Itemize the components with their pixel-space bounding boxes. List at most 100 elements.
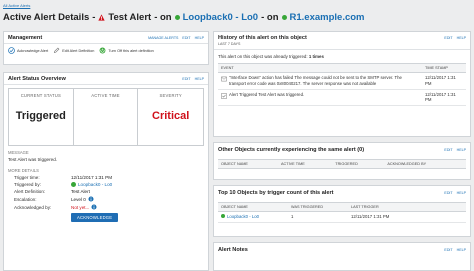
top10-table-header: OBJECT NAME WAS TRIGGERED LAST TRIGGER xyxy=(218,202,466,212)
col-active-time: ACTIVE TIME xyxy=(278,159,333,169)
alert-notes-header: Alert Notes EDIT HELP xyxy=(214,243,470,257)
col-last-trigger: LAST TRIGGER xyxy=(348,202,466,212)
escalation-key: Escalation: xyxy=(14,196,37,202)
history-event-text: Alert Triggered Test Alert was triggered… xyxy=(229,91,305,97)
breadcrumb-all-active-alerts[interactable]: All Active Alerts xyxy=(3,3,30,8)
other-objects-table: OBJECT NAME ACTIVE TIME TRIGGERED ACKNOW… xyxy=(218,159,466,169)
table-row: Loopback0 - Lo0 1 12/11/2017 1:31 PM xyxy=(218,211,466,223)
table-row: Alert Triggered Test Alert was triggered… xyxy=(218,89,466,107)
info-icon[interactable] xyxy=(88,196,94,202)
top10-edit-link[interactable]: EDIT xyxy=(444,191,452,195)
top10-panel: Top 10 Objects by trigger count of this … xyxy=(213,185,471,237)
severity-label: SEVERITY xyxy=(159,93,182,98)
edit-pencil-icon xyxy=(54,47,60,54)
trigger-time-value: 12/11/2017 1:31 PM xyxy=(71,175,113,180)
alert-status-panel: Alert Status Overview EDIT HELP CURRENT … xyxy=(3,72,209,271)
other-objects-title: Other Objects currently experiencing the… xyxy=(218,147,365,153)
alert-definition-key: Alert Definition: xyxy=(14,189,46,194)
status-header: Alert Status Overview EDIT HELP xyxy=(4,73,208,85)
history-event-time: 12/11/2017 1:31 PM xyxy=(422,72,466,90)
action-failed-icon xyxy=(221,76,227,82)
status-title: Alert Status Overview xyxy=(8,75,66,82)
more-details-label: MORE DETAILS xyxy=(8,168,39,173)
severity-value: Critical xyxy=(152,110,190,122)
acknowledged-by-row: Not yet... xyxy=(71,204,204,210)
alert-notes-title: Alert Notes xyxy=(218,247,248,253)
page-title: Active Alert Details - Test Alert - on L… xyxy=(3,10,473,24)
status-help-link[interactable]: HELP xyxy=(195,77,204,81)
alert-notes-help-link[interactable]: HELP xyxy=(457,248,466,252)
acknowledge-button[interactable]: ACKNOWLEDGE xyxy=(71,213,119,222)
node-up-icon xyxy=(281,14,287,20)
active-time-label: ACTIVE TIME xyxy=(91,93,120,98)
triggered-by-row[interactable]: Loopback0 - Lo0 xyxy=(71,182,204,187)
triggered-by-value[interactable]: Loopback0 - Lo0 xyxy=(78,182,112,187)
history-edit-link[interactable]: EDIT xyxy=(444,36,452,40)
trigger-time-key: Trigger time: xyxy=(14,175,40,180)
col-object-name: OBJECT NAME xyxy=(218,202,288,212)
triggered-by-key: Triggered by: xyxy=(14,182,41,187)
current-status-value: Triggered xyxy=(15,110,66,122)
col-acknowledged-by: ACKNOWLEDGED BY xyxy=(384,159,466,169)
top10-help-link[interactable]: HELP xyxy=(457,191,466,195)
top10-header: Top 10 Objects by trigger count of this … xyxy=(214,186,470,200)
history-event-text: "Interface Down" action has failed The m… xyxy=(229,75,402,86)
alert-notes-panel: Alert Notes EDIT HELP xyxy=(213,242,471,271)
status-edit-link[interactable]: EDIT xyxy=(182,77,190,81)
other-objects-edit-link[interactable]: EDIT xyxy=(444,148,452,152)
status-grid: CURRENT STATUS Triggered ACTIVE TIME SEV… xyxy=(8,88,204,146)
history-summary-count: 1 times xyxy=(308,54,324,59)
acknowledged-by-value: Not yet... xyxy=(71,204,90,210)
object-up-icon xyxy=(221,214,225,218)
manage-alerts-link[interactable]: MANAGE ALERTS xyxy=(148,36,178,40)
top10-title: Top 10 Objects by trigger count of this … xyxy=(218,190,334,196)
col-object-name: OBJECT NAME xyxy=(218,159,278,169)
active-time-cell: ACTIVE TIME xyxy=(74,89,139,145)
severity-cell: SEVERITY Critical xyxy=(138,89,203,145)
object-link[interactable]: Loopback0 - Lo0 xyxy=(183,12,258,23)
history-help-link[interactable]: HELP xyxy=(457,36,466,40)
col-event: EVENT xyxy=(218,63,422,73)
col-triggered: TRIGGERED xyxy=(332,159,385,169)
history-panel: History of this alert on this object EDI… xyxy=(213,31,471,137)
title-on-1: - on xyxy=(154,11,172,23)
table-row: "Interface Down" action has failed The m… xyxy=(218,72,466,90)
title-sep: - xyxy=(92,11,96,23)
other-objects-header: Other Objects currently experiencing the… xyxy=(214,143,470,157)
node-link[interactable]: R1.example.com xyxy=(290,12,365,23)
top10-count: 1 xyxy=(288,211,348,223)
interface-up-icon xyxy=(174,14,180,20)
alert-name: Test Alert xyxy=(108,11,152,23)
edit-alert-definition-label: Edit Alert Definition xyxy=(62,48,95,53)
current-status-label: CURRENT STATUS xyxy=(20,93,61,98)
history-summary-prefix: This alert on this object was already tr… xyxy=(218,54,308,59)
history-title: History of this alert on this object xyxy=(218,35,307,41)
edit-alert-definition-button[interactable]: Edit Alert Definition xyxy=(53,47,94,54)
history-table-header: EVENT TIME STAMP xyxy=(218,63,466,73)
other-objects-help-link[interactable]: HELP xyxy=(457,148,466,152)
top10-last: 12/11/2017 1:31 PM xyxy=(348,211,466,223)
other-objects-table-header: OBJECT NAME ACTIVE TIME TRIGGERED ACKNOW… xyxy=(218,159,466,169)
title-text: Active Alert Details xyxy=(3,11,90,23)
other-objects-panel: Other Objects currently experiencing the… xyxy=(213,142,471,180)
acknowledge-alert-button[interactable]: Acknowledge Alert xyxy=(8,47,48,54)
current-status-cell: CURRENT STATUS Triggered xyxy=(9,89,74,145)
top10-object-name[interactable]: Loopback0 - Lo0 xyxy=(227,214,259,219)
management-title: Management xyxy=(8,34,43,41)
col-was-triggered: WAS TRIGGERED xyxy=(288,202,348,212)
history-event-time: 12/11/2017 1:31 PM xyxy=(422,89,466,107)
history-table: EVENT TIME STAMP "Interface Down" action… xyxy=(218,63,466,107)
triggered-by-status-icon xyxy=(71,182,76,187)
alert-triggered-icon xyxy=(221,92,227,99)
acknowledge-icon xyxy=(8,47,15,54)
info-icon[interactable] xyxy=(91,204,97,210)
top10-object-cell[interactable]: Loopback0 - Lo0 xyxy=(218,211,288,223)
management-header: Management MANAGE ALERTS EDIT HELP xyxy=(4,32,208,44)
turn-off-alert-button[interactable]: Turn Off this alert definition xyxy=(99,47,154,54)
col-timestamp: TIME STAMP xyxy=(422,63,466,73)
management-help-link[interactable]: HELP xyxy=(195,36,204,40)
top10-table: OBJECT NAME WAS TRIGGERED LAST TRIGGER L… xyxy=(218,202,466,223)
acknowledge-alert-label: Acknowledge Alert xyxy=(17,48,49,53)
management-edit-link[interactable]: EDIT xyxy=(182,36,190,40)
alert-notes-edit-link[interactable]: EDIT xyxy=(444,248,452,252)
